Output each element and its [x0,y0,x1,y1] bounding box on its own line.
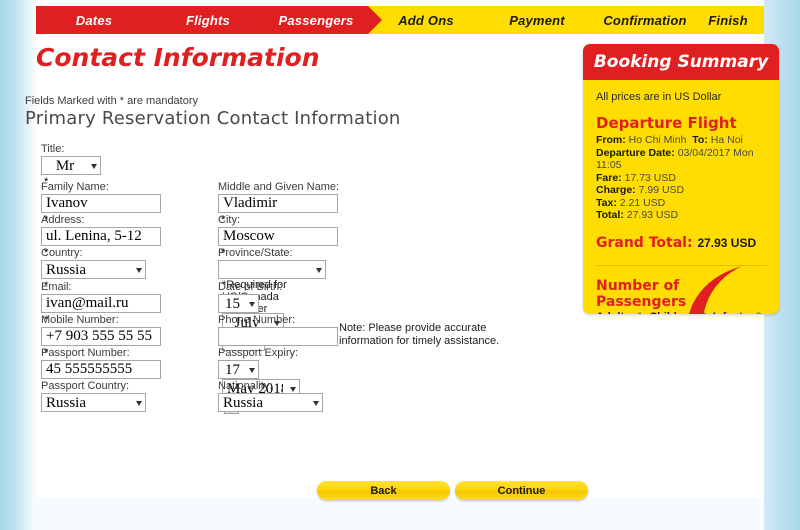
label-phone-number: Phone Number: [218,314,296,326]
email-input[interactable] [41,294,161,313]
passport-expiry-day-select[interactable]: 17 [218,360,259,379]
country-select[interactable]: Russia [41,260,146,279]
label-family-name: Family Name: [41,181,109,193]
page-footer-area [36,498,764,530]
title-select-wrap[interactable]: Mr [41,156,101,175]
summary-departure-date-label: Departure Date: [596,146,675,159]
summary-currency-note: All prices are in US Dollar [596,91,722,103]
city-input[interactable] [218,227,338,246]
phone-number-note: Note: Please provide accurate informatio… [339,322,500,347]
family-name-input[interactable] [41,194,161,213]
step-confirmation[interactable]: Confirmation [590,13,700,28]
summary-infants-label: Infants: [713,311,753,315]
summary-infants-value: 0 [756,311,762,315]
label-city: City: [218,214,240,226]
mandatory-note: Fields Marked with * are mandatory [25,95,199,107]
step-flights[interactable]: Flights [152,13,264,28]
title-select[interactable]: Mr [41,156,101,175]
booking-summary-body: All prices are in US Dollar Departure Fl… [583,80,779,314]
section-title: Primary Reservation Contact Information [25,108,401,129]
summary-divider [596,264,767,266]
summary-passenger-counts: Adults: 1 Children: 0 Infants: 0 [596,311,767,315]
summary-adults-label: Adults: [596,311,634,315]
summary-tax: Tax: 2.21 USD [596,197,767,210]
label-passport-country: Passport Country: [41,380,130,392]
passport-expiry-day-select-wrap[interactable]: 17 [218,360,259,379]
booking-steps-bar: Dates Flights Passengers Add Ons Payment… [36,6,764,34]
nationality-select[interactable]: Russia [218,393,323,412]
summary-total: Total: 27.93 USD [596,209,767,222]
label-title: Title: [41,143,65,155]
summary-from-value: Ho Chi Minh [628,134,687,146]
summary-to-value: Ha Noi [710,134,743,146]
step-payment[interactable]: Payment [484,13,590,28]
country-select-wrap[interactable]: Russia [41,260,146,279]
field-passport-number: Passport Number: [41,347,161,379]
summary-children-label: Children: [649,311,697,315]
address-input[interactable] [41,227,161,246]
summary-tax-label: Tax: [596,196,617,209]
step-passengers[interactable]: Passengers [264,13,368,28]
field-nationality: Nationality: Russia [218,380,323,412]
label-date-of-birth: Date of Birth: [218,281,283,293]
booking-summary-panel: Booking Summary All prices are in US Dol… [583,44,779,314]
dob-day-select[interactable]: 15 [218,294,259,313]
summary-from-label: From: [596,134,626,146]
summary-route: From: Ho Chi Minh To: Ha Noi [596,134,767,147]
label-country: Country: [41,247,83,259]
summary-charge-value: 7.99 USD [638,184,685,196]
booking-summary-heading: Booking Summary [583,44,779,80]
summary-departure-heading: Departure Flight [596,114,737,132]
summary-total-value: 27.93 USD [626,209,679,221]
label-email: Email: [41,281,72,293]
summary-total-label: Total: [596,209,624,221]
label-mobile-number: Mobile Number: [41,314,119,326]
middle-given-name-input[interactable] [218,194,338,213]
label-province-state: Province/State: [218,247,293,259]
summary-grand-total-label: Grand Total: [596,234,693,251]
label-passport-number: Passport Number: [41,347,130,359]
label-address: Address: [41,214,85,226]
label-middle-given-name: Middle and Given Name: [218,181,340,193]
summary-charge-label: Charge: [596,184,636,196]
passport-country-select[interactable]: Russia [41,393,146,412]
province-state-select[interactable] [218,260,326,279]
summary-departure-date: Departure Date: 03/04/2017 Mon 11:05 [596,147,767,172]
summary-grand-total-value: 27.93 USD [697,235,757,250]
summary-tax-value: 2.21 USD [619,196,666,209]
page-title: Contact Information [36,43,320,72]
summary-to-label: To: [692,134,708,146]
mobile-number-input[interactable] [41,327,161,346]
step-finish[interactable]: Finish [700,13,764,28]
label-nationality: Nationality: [218,380,273,392]
field-phone-number: Phone Number: [218,314,338,346]
label-passport-expiry: Passport Expiry: [218,347,299,359]
summary-grand-total: Grand Total: 27.93 USD [596,235,767,251]
province-state-select-wrap[interactable] [218,260,326,279]
summary-children-value: 0 [701,311,707,315]
summary-fare-value: 17.73 USD [624,171,676,184]
dob-day-select-wrap[interactable]: 15 [218,294,259,313]
summary-adults-value: 1 [637,311,643,315]
summary-charge: Charge: 7.99 USD [596,184,767,197]
step-dates[interactable]: Dates [36,13,152,28]
summary-fare: Fare: 17.73 USD [596,172,767,185]
continue-button[interactable]: Continue [455,481,588,500]
passport-number-input[interactable] [41,360,161,379]
back-button[interactable]: Back [317,481,450,500]
nationality-select-wrap[interactable]: Russia [218,393,323,412]
phone-number-input[interactable] [218,327,338,346]
field-passport-country: Passport Country: Russia [41,380,146,412]
summary-fare-label: Fare: [596,171,622,184]
passport-country-select-wrap[interactable]: Russia [41,393,146,412]
step-add-ons[interactable]: Add Ons [368,13,484,28]
summary-passengers-heading: Number of Passengers [596,277,687,310]
